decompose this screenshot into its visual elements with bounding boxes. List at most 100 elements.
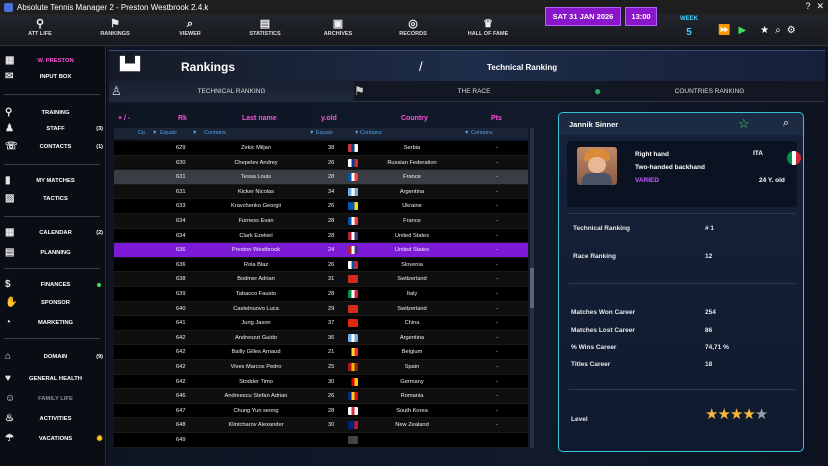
sidebar-item-finances[interactable]: $ FINANCES bbox=[0, 278, 106, 292]
table-row[interactable]: 642 Vives Marcos Pedro 25 Spain - bbox=[114, 360, 528, 375]
table-row[interactable]: 633 Kravchenko Georgii 26 Ukraine - bbox=[114, 199, 528, 214]
nav-viewer[interactable]: ⌕ VIEWER bbox=[160, 17, 220, 37]
nav-hall-of-fame[interactable]: ♛ HALL OF FAME bbox=[458, 17, 518, 37]
rank-cell: 631 bbox=[176, 188, 186, 195]
sidebar-item-calendar[interactable]: ▦ CALENDAR (2) bbox=[0, 226, 106, 240]
last-name-header[interactable]: Last name bbox=[242, 115, 277, 122]
nav-rankings[interactable]: ⚑ RANKINGS bbox=[85, 17, 145, 37]
table-row[interactable]: 636 Preston Westbrook 24 United States - bbox=[114, 243, 528, 258]
scrollbar-thumb[interactable] bbox=[530, 268, 534, 308]
filter-icon[interactable]: ▼ bbox=[464, 130, 469, 136]
table-row[interactable]: 634 Clark Ezekiel 28 United States - bbox=[114, 228, 528, 244]
player-panel-header: Jannik Sinner ☆ ⌕ bbox=[559, 113, 803, 135]
filter-icon[interactable]: ▼ bbox=[309, 130, 314, 136]
close-icon[interactable]: ✕ bbox=[816, 1, 824, 12]
nav-label: HALL OF FAME bbox=[467, 31, 509, 37]
player-name: Jannik Sinner bbox=[569, 120, 619, 129]
nav-att-life[interactable]: ⚲ ATT LIFE bbox=[10, 17, 70, 37]
nav-archives[interactable]: ▣ ARCHIVES bbox=[308, 17, 368, 37]
table-row[interactable]: 639 Tabacco Fausto 28 Italy - bbox=[114, 287, 528, 302]
table-row[interactable]: 649 bbox=[114, 433, 528, 448]
play-icon[interactable]: ▶ bbox=[738, 25, 746, 36]
filter-rank[interactable]: Equals bbox=[160, 130, 177, 136]
search-icon[interactable]: ⌕ bbox=[775, 25, 781, 36]
table-row[interactable]: 631 Kicker Nicolas 34 Argentina - bbox=[114, 184, 528, 200]
table-row[interactable]: 648 Klintcharov Alexander 30 New Zealand - bbox=[114, 418, 528, 433]
points-cell: - bbox=[496, 320, 498, 327]
table-row[interactable]: 630 Chepelev Andrey 26 Russian Federation - bbox=[114, 155, 528, 171]
table-row[interactable]: 634 Furness Evan 28 France - bbox=[114, 214, 528, 229]
filter-icon[interactable]: ▼ bbox=[192, 130, 197, 136]
sidebar-item-activities[interactable]: ♨ ACTIVITIES bbox=[0, 412, 106, 426]
avatar[interactable] bbox=[577, 147, 617, 185]
filter-name[interactable]: Contains bbox=[204, 130, 226, 136]
filter-cp[interactable]: Cp bbox=[138, 130, 145, 136]
table-row[interactable]: 642 Stodder Timo 30 Germany - bbox=[114, 374, 528, 390]
filter-age[interactable]: Equals bbox=[316, 130, 333, 136]
sidebar-item-vacations[interactable]: ☂ VACATIONS ✹ bbox=[0, 432, 106, 446]
favorite-icon[interactable]: ★ bbox=[760, 25, 769, 36]
sidebar-item-general-health[interactable]: ♥ GENERAL HEALTH bbox=[0, 372, 106, 386]
nav-records[interactable]: ◎ RECORDS bbox=[383, 17, 443, 37]
fast-forward-icon[interactable]: ⏩ bbox=[718, 25, 730, 36]
sidebar-item-staff[interactable]: ♟ STAFF (3) bbox=[0, 122, 106, 136]
table-row[interactable]: 647 Chung Yun seong 28 South Korea - bbox=[114, 403, 528, 419]
sidebar-item-input-box[interactable]: ✉ INPUT BOX bbox=[0, 70, 106, 84]
time-display: 13:00 bbox=[625, 7, 657, 26]
table-row[interactable]: 646 Andreescu Stefan Adrian 26 Romania - bbox=[114, 389, 528, 404]
points-cell: - bbox=[496, 145, 498, 151]
player-age: 24 Y. old bbox=[759, 177, 785, 184]
country-cell: Belgium bbox=[401, 349, 423, 356]
plus-minus-header[interactable]: + / - bbox=[118, 115, 130, 122]
sidebar-item-marketing[interactable]: ◔ MARKETING bbox=[0, 316, 106, 330]
country-cell: United States bbox=[394, 247, 430, 254]
tab-countries-ranking[interactable]: ● COUNTRIES RANKING bbox=[594, 81, 825, 102]
table-row[interactable]: 631 Tessa Louis 28 France - bbox=[114, 170, 528, 185]
gear-icon[interactable]: ⚙ bbox=[787, 25, 796, 36]
table-row[interactable]: 641 Jung Jason 37 China - bbox=[114, 316, 528, 331]
app-icon bbox=[4, 2, 13, 12]
house-icon: ⌂ bbox=[5, 351, 12, 362]
table-row[interactable]: 642 Andreozzi Guido 36 Argentina - bbox=[114, 330, 528, 346]
table-scrollbar[interactable] bbox=[530, 128, 534, 448]
sidebar-item-planning[interactable]: ▤ PLANNING bbox=[0, 246, 106, 260]
age-header[interactable]: y.old bbox=[321, 115, 337, 122]
table-row[interactable]: 629 Zekic Miljan 38 Serbia - bbox=[114, 141, 528, 156]
age-cell: 30 bbox=[328, 378, 335, 385]
nav-statistics[interactable]: ▤ STATISTICS bbox=[235, 17, 295, 37]
rank-cell: 642 bbox=[176, 364, 186, 370]
sidebar-item-sponsor[interactable]: ✋ SPONSOR bbox=[0, 296, 106, 310]
age-cell: 38 bbox=[328, 145, 335, 151]
favorite-star-icon[interactable]: ☆ bbox=[738, 116, 750, 132]
sidebar-item-family-life[interactable]: ☺ FAMILY LIFE bbox=[0, 392, 106, 406]
country-cell: Spain bbox=[404, 364, 420, 370]
rank-header[interactable]: Rk bbox=[178, 115, 187, 122]
filter-icon[interactable]: ▼ bbox=[354, 130, 359, 136]
sidebar-item-tactics[interactable]: ▨ TACTICS bbox=[0, 192, 106, 206]
sidebar-item-label: DOMAIN bbox=[43, 354, 68, 360]
filter-points[interactable]: Contains bbox=[471, 130, 493, 136]
country-flag-icon bbox=[348, 144, 358, 152]
nav-label: STATISTICS bbox=[249, 31, 281, 37]
sidebar-item-contacts[interactable]: ☏ CONTACTS (1) bbox=[0, 140, 106, 154]
country-header[interactable]: Country bbox=[401, 115, 428, 122]
tab-technical-ranking[interactable]: ♙ TECHNICAL RANKING bbox=[109, 81, 354, 102]
sidebar-item-training[interactable]: ⚲ TRAINING bbox=[0, 106, 106, 120]
table-row[interactable]: 636 Rola Blaz 26 Slovenia - bbox=[114, 257, 528, 273]
table-row[interactable]: 640 Castelnuovo Luca 29 Switzerland - bbox=[114, 301, 528, 317]
table-row[interactable]: 638 Bodmer Adrian 31 Switzerland - bbox=[114, 272, 528, 287]
country-flag-icon bbox=[348, 319, 358, 328]
sidebar-item-domain[interactable]: ⌂ DOMAIN (9) bbox=[0, 350, 106, 364]
points-header[interactable]: Pts bbox=[491, 115, 502, 122]
rank-cell: 648 bbox=[176, 422, 186, 429]
filter-country[interactable]: Contains bbox=[360, 130, 382, 136]
week-label: WEEK bbox=[680, 16, 698, 22]
points-cell: - bbox=[496, 203, 498, 210]
search-icon[interactable]: ⌕ bbox=[783, 117, 789, 130]
tab-the-race[interactable]: ⚑ THE RACE bbox=[354, 81, 594, 102]
filter-icon[interactable]: ▼ bbox=[152, 130, 157, 136]
help-icon[interactable]: ? bbox=[805, 1, 810, 12]
sidebar-item-my-matches[interactable]: ▮ MY MATCHES bbox=[0, 174, 106, 188]
sidebar-item-w-preston[interactable]: ▦ W. PRESTON bbox=[0, 54, 106, 68]
table-row[interactable]: 642 Bailly Gilles Arnaud 21 Belgium - bbox=[114, 345, 528, 360]
